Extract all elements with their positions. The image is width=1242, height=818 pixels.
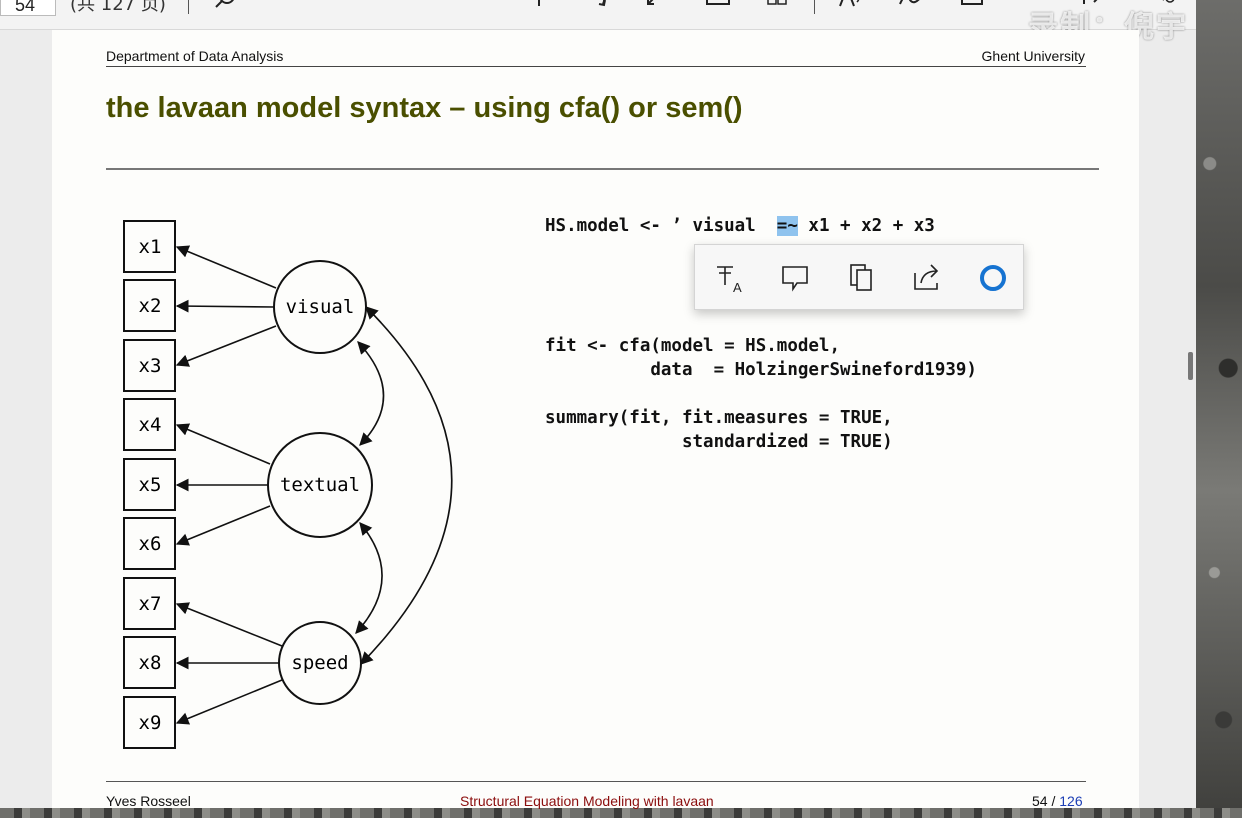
svg-text:visual: visual <box>286 296 355 318</box>
code-line-model-pre: HS.model <- ’ visual <box>545 216 777 236</box>
svg-text:x4: x4 <box>139 414 162 436</box>
share-icon[interactable] <box>907 259 947 297</box>
svg-text:x5: x5 <box>139 474 162 496</box>
indicator-x7: x7 <box>123 577 176 630</box>
svg-text:x6: x6 <box>139 533 162 555</box>
pdf-page: Department of Data Analysis Ghent Univer… <box>52 30 1139 809</box>
footer-rule <box>106 781 1086 782</box>
copy-icon[interactable] <box>841 259 881 297</box>
header-university: Ghent University <box>981 48 1085 64</box>
svg-text:x3: x3 <box>139 355 162 377</box>
svg-text:x9: x9 <box>139 712 162 734</box>
comment-icon[interactable] <box>775 259 815 297</box>
indicator-x9: x9 <box>123 696 176 749</box>
factor-speed: speed <box>278 621 362 705</box>
toolbar-divider <box>814 0 815 14</box>
code-line-standardized[interactable]: standardized = TRUE) <box>545 432 893 452</box>
code-line-model[interactable]: HS.model <- ’ visual =~ x1 + x2 + x3 <box>545 216 935 236</box>
indicator-x2: x2 <box>123 279 176 332</box>
code-line-data[interactable]: data = HolzingerSwineford1939) <box>545 360 977 380</box>
footer-course-title[interactable]: Structural Equation Modeling with lavaan <box>460 793 714 809</box>
footer-total-pages-link[interactable]: 126 <box>1059 793 1082 809</box>
header-department: Department of Data Analysis <box>106 48 284 64</box>
reader-toolbar: 54 (共 127 页) 录制：倪宇 <box>0 0 1196 45</box>
page-number-value: 54 <box>15 0 36 15</box>
read-aloud-icon[interactable] <box>838 0 866 14</box>
footer-page-number: 54 / <box>1032 793 1056 809</box>
fit-page-icon[interactable] <box>704 0 732 14</box>
page-number-input[interactable]: 54 <box>0 0 56 16</box>
indicator-x3: x3 <box>123 339 176 392</box>
draw-icon[interactable] <box>898 0 926 14</box>
page-total-label: (共 127 页) <box>70 0 166 15</box>
code-line-fit[interactable]: fit <- cfa(model = HS.model, <box>545 336 840 356</box>
highlight-text-icon[interactable]: A <box>709 259 749 297</box>
factor-textual: textual <box>267 432 373 538</box>
fit-width-icon[interactable] <box>641 0 669 14</box>
svg-text:textual: textual <box>280 474 360 496</box>
slide-title: the lavaan model syntax – using cfa() or… <box>106 92 743 124</box>
footer-page-indicator: 54 / 126 <box>1032 793 1083 809</box>
pdf-reader-window: 54 (共 127 页) 录制：倪宇 Department of Data An… <box>0 0 1196 809</box>
toolbar-divider <box>188 0 189 14</box>
code-line-model-post: x1 + x2 + x3 <box>797 216 935 236</box>
svg-text:x8: x8 <box>139 652 162 674</box>
plus-icon[interactable] <box>525 0 553 14</box>
cfa-path-diagram: x1 x2 x3 x4 x5 x6 x7 x8 x9 visual textua… <box>123 220 453 749</box>
code-line-summary[interactable]: summary(fit, fit.measures = TRUE, <box>545 408 893 428</box>
svg-text:x7: x7 <box>139 593 162 615</box>
desktop-background <box>1196 0 1242 818</box>
rotate-icon[interactable] <box>588 0 616 14</box>
svg-text:speed: speed <box>291 652 348 674</box>
indicator-x8: x8 <box>123 636 176 689</box>
loading-arrows <box>175 245 283 725</box>
selected-operator[interactable]: =~ <box>776 216 798 236</box>
selection-context-popup: A <box>694 244 1024 310</box>
svg-text:x1: x1 <box>139 236 162 258</box>
title-rule <box>106 168 1099 170</box>
minus-icon[interactable] <box>464 0 492 14</box>
svg-text:x2: x2 <box>139 295 162 317</box>
desktop-background-strip <box>0 808 1242 818</box>
indicator-x1: x1 <box>123 220 176 273</box>
svg-text:A: A <box>733 280 742 295</box>
indicator-x5: x5 <box>123 458 176 511</box>
scrollbar-thumb[interactable] <box>1188 352 1193 380</box>
erase-icon[interactable] <box>958 0 986 14</box>
indicator-x4: x4 <box>123 398 176 451</box>
footer-author: Yves Rosseel <box>106 793 191 809</box>
search-icon[interactable] <box>212 0 240 14</box>
factor-visual: visual <box>273 260 367 354</box>
cortana-icon[interactable] <box>973 259 1013 297</box>
indicator-x6: x6 <box>123 517 176 570</box>
header-rule <box>106 66 1086 67</box>
two-page-icon[interactable] <box>763 0 791 14</box>
